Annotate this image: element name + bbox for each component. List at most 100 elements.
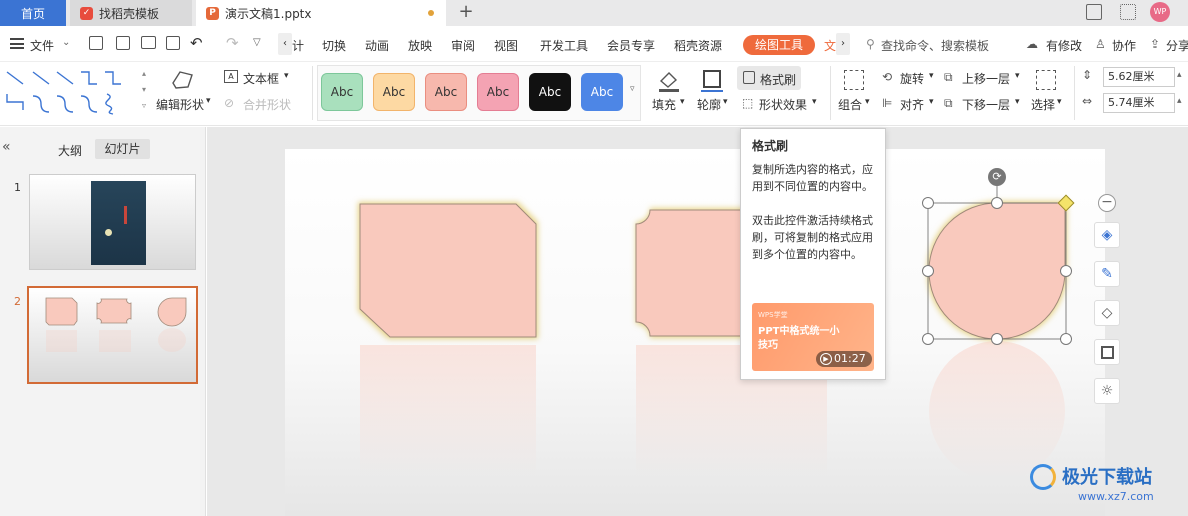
more-down-icon[interactable]: ▽: [253, 37, 261, 48]
layers-tool[interactable]: ◈: [1094, 222, 1120, 248]
merge-shape-button[interactable]: 合并形状: [243, 96, 291, 113]
menu-item-transition[interactable]: 切换: [322, 37, 346, 54]
double-arrow-line-icon: [56, 71, 74, 85]
new-tab-button[interactable]: +: [456, 0, 476, 26]
resize-handle-se[interactable]: [1060, 333, 1072, 345]
tab-document[interactable]: P 演示文稿1.pptx: [196, 0, 446, 26]
style-sample-green[interactable]: Abc: [321, 73, 363, 111]
menu-item-view[interactable]: 视图: [494, 37, 518, 54]
menu-file[interactable]: 文件: [30, 37, 54, 54]
width-field[interactable]: 5.74厘米: [1103, 93, 1175, 113]
bring-forward-dropdown-icon[interactable]: ▾: [1015, 71, 1020, 81]
rotate-button[interactable]: 旋转: [900, 70, 924, 87]
menu-item-animation[interactable]: 动画: [365, 37, 389, 54]
shape-effects-button[interactable]: 形状效果: [759, 96, 807, 113]
search-icon[interactable]: ⚲: [866, 37, 875, 51]
menu-item-review[interactable]: 审阅: [451, 37, 475, 54]
menu-item-design[interactable]: 计: [292, 37, 304, 54]
fill-button[interactable]: 填充: [652, 96, 676, 113]
chevron-down-icon[interactable]: ⌄: [62, 37, 70, 48]
resize-handle-e[interactable]: [1060, 265, 1072, 277]
undo-icon[interactable]: ↶: [190, 34, 203, 52]
freeform-icon: [105, 93, 114, 115]
style-more-icon[interactable]: ▿: [630, 84, 635, 94]
edit-shape-dropdown-icon[interactable]: ▾: [206, 96, 211, 106]
tab-text-tools[interactable]: 文: [824, 37, 836, 54]
resize-handle-w[interactable]: [922, 265, 934, 277]
textbox-icon: A: [224, 70, 238, 83]
tab-drawing-tools[interactable]: 绘图工具: [743, 35, 815, 55]
outline-tool[interactable]: [1094, 339, 1120, 365]
avatar[interactable]: WP: [1150, 2, 1170, 22]
slide-thumbnail-1[interactable]: [29, 174, 196, 270]
resize-handle-s[interactable]: [991, 333, 1003, 345]
slide-thumbnail-2[interactable]: [27, 286, 198, 384]
tab-outline[interactable]: 大纲: [58, 142, 82, 159]
style-sample-orange[interactable]: Abc: [373, 73, 415, 111]
window-layout-icon[interactable]: [1086, 4, 1102, 20]
tutorial-video-card[interactable]: WPS学堂 PPT中格式统一小技巧 01:27 ▶: [752, 303, 874, 371]
send-backward-button[interactable]: 下移一层: [962, 96, 1010, 113]
print-icon[interactable]: [141, 36, 156, 49]
rotate-dropdown-icon[interactable]: ▾: [929, 71, 934, 81]
resize-handle-sw[interactable]: [922, 333, 934, 345]
collapse-panel-icon[interactable]: «: [2, 139, 11, 155]
send-backward-dropdown-icon[interactable]: ▾: [1015, 97, 1020, 107]
height-icon: ⇕: [1082, 68, 1093, 82]
search-input[interactable]: 查找命令、搜索模板: [881, 37, 989, 54]
menu-item-developer[interactable]: 开发工具: [540, 37, 588, 54]
idea-tool[interactable]: ☼: [1094, 378, 1120, 404]
line-shapes-gallery[interactable]: [4, 66, 142, 118]
group-dropdown-icon[interactable]: ▾: [865, 97, 870, 107]
resize-handle-nw[interactable]: [922, 197, 934, 209]
menu-item-daoke-resources[interactable]: 稻壳资源: [674, 37, 722, 54]
tooltip-title: 格式刷: [752, 139, 789, 153]
bring-forward-button[interactable]: 上移一层: [962, 70, 1010, 87]
outline-button[interactable]: 轮廓: [697, 96, 721, 113]
collab-button[interactable]: 协作: [1112, 37, 1136, 54]
export-icon[interactable]: [116, 36, 130, 50]
width-stepper-icon[interactable]: ▴: [1177, 96, 1182, 106]
redo-icon[interactable]: ↷: [226, 34, 239, 52]
fill-tool[interactable]: ◇: [1094, 300, 1120, 326]
style-sample-pink[interactable]: Abc: [477, 73, 519, 111]
share-button[interactable]: 分享: [1166, 37, 1188, 54]
style-sample-salmon[interactable]: Abc: [425, 73, 467, 111]
height-stepper-icon[interactable]: ▴: [1177, 70, 1182, 80]
rotate-handle-icon[interactable]: ⟳: [988, 168, 1006, 186]
height-field[interactable]: 5.62厘米: [1103, 67, 1175, 87]
share-icon: ⇪: [1150, 37, 1161, 51]
textbox-dropdown-icon[interactable]: ▾: [284, 71, 289, 81]
group-button[interactable]: 组合: [838, 96, 862, 113]
align-dropdown-icon[interactable]: ▾: [929, 97, 934, 107]
grid-icon[interactable]: [1120, 4, 1136, 20]
align-button[interactable]: 对齐: [900, 96, 924, 113]
hamburger-icon[interactable]: [10, 38, 24, 49]
preview-icon[interactable]: [166, 36, 180, 50]
textbox-button[interactable]: 文本框: [243, 70, 279, 87]
select-button[interactable]: 选择: [1031, 96, 1055, 113]
edit-shape-button[interactable]: 编辑形状: [156, 96, 204, 113]
outline-dropdown-icon[interactable]: ▾: [723, 97, 728, 107]
select-dropdown-icon[interactable]: ▾: [1057, 97, 1062, 107]
scroll-left-icon[interactable]: ‹: [278, 33, 292, 55]
save-icon[interactable]: [89, 36, 103, 50]
tab-daoke-templates[interactable]: ✓ 找稻壳模板: [70, 0, 192, 26]
menu-item-slideshow[interactable]: 放映: [408, 37, 432, 54]
tab-slides[interactable]: 幻灯片: [95, 139, 150, 159]
gallery-scroll-icon[interactable]: ▴ ▾ ▿: [140, 66, 148, 118]
layers-icon: ◈: [1101, 227, 1113, 243]
fill-dropdown-icon[interactable]: ▾: [680, 97, 685, 107]
brush-tool[interactable]: ✎: [1094, 261, 1120, 287]
menu-item-member[interactable]: 会员专享: [607, 37, 655, 54]
scroll-right-icon[interactable]: ›: [836, 33, 850, 55]
tab-home[interactable]: 首页: [0, 0, 66, 26]
collapse-tools-icon[interactable]: −: [1098, 194, 1116, 212]
elbow-double-icon: [6, 94, 24, 110]
style-sample-blue[interactable]: Abc: [581, 73, 623, 111]
slide-page[interactable]: ⟳: [285, 149, 1105, 516]
resize-handle-n[interactable]: [991, 197, 1003, 209]
shape-effects-dropdown-icon[interactable]: ▾: [812, 97, 817, 107]
has-changes-button[interactable]: 有修改: [1046, 37, 1082, 54]
style-sample-black[interactable]: Abc: [529, 73, 571, 111]
